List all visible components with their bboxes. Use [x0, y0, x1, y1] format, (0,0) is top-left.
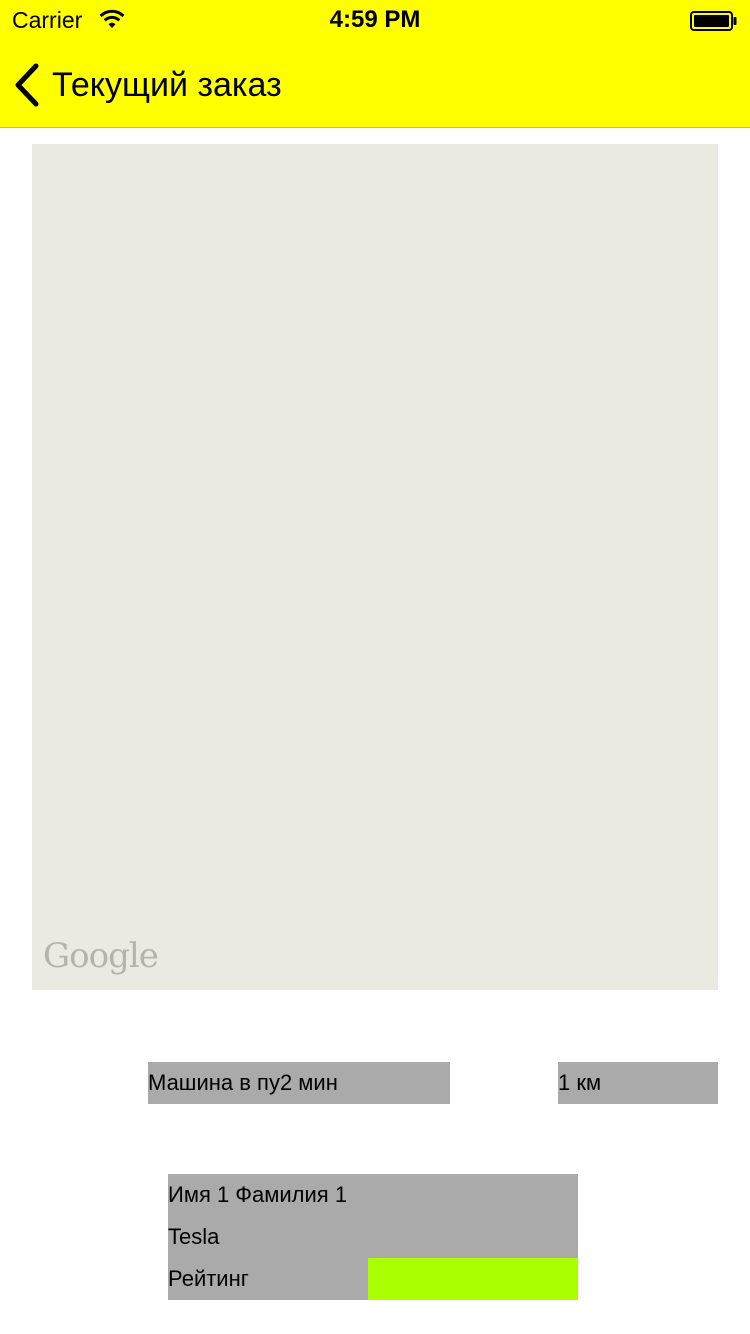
navigation-bar: Текущий заказ [0, 40, 750, 128]
rating-bar [368, 1258, 578, 1300]
clock: 4:59 PM [329, 6, 421, 33]
chevron-left-icon [15, 63, 39, 107]
driver-card: Имя 1 Фамилия 1 Tesla Рейтинг [168, 1174, 578, 1300]
page-title: Текущий заказ [52, 66, 282, 104]
distance-label: 1 км [558, 1062, 718, 1104]
screen: Carrier 4:59 PM Текущий заказ Google Маш… [0, 0, 750, 1334]
rating-label: Рейтинг [168, 1266, 249, 1291]
back-button[interactable]: Текущий заказ [14, 62, 282, 108]
status-bar: Carrier 4:59 PM [0, 0, 750, 40]
top-bar: Carrier 4:59 PM Текущий заказ [0, 0, 750, 128]
eta-label: Машина в пу2 мин [148, 1062, 450, 1104]
map-view[interactable]: Google [32, 144, 718, 990]
battery-icon [690, 11, 737, 31]
google-logo: Google [43, 936, 159, 976]
driver-name: Имя 1 Фамилия 1 [168, 1182, 348, 1207]
car-model: Tesla [168, 1224, 220, 1249]
